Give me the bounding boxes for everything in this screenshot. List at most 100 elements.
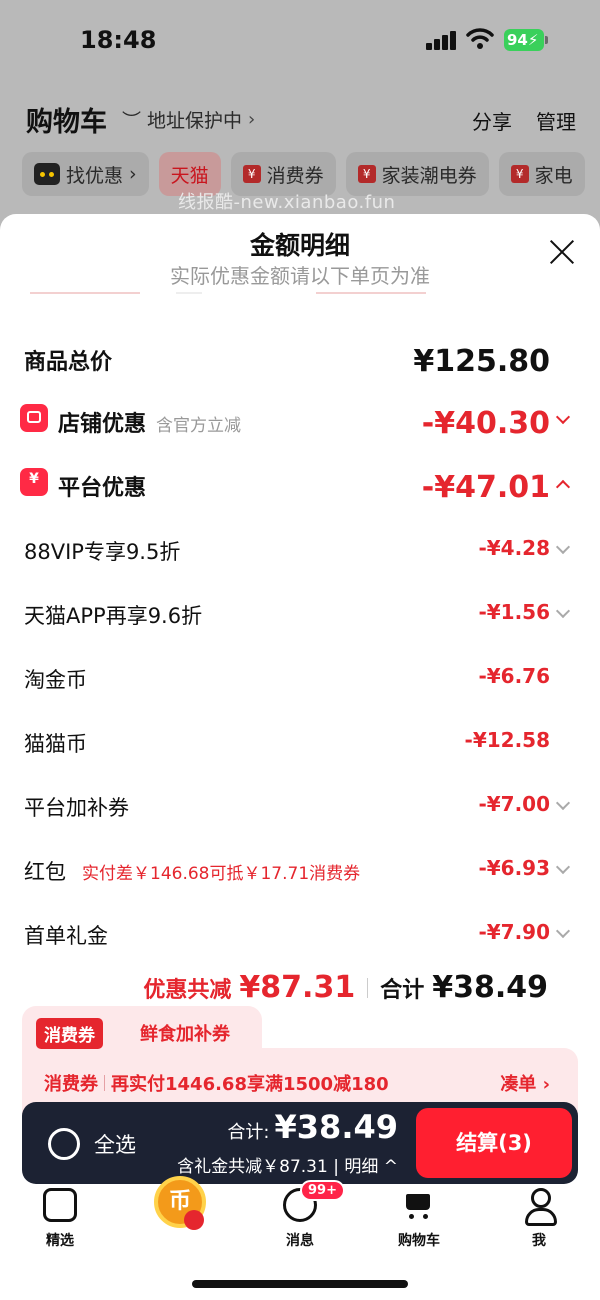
divider: [367, 977, 369, 998]
checkout-button[interactable]: 结算(3): [416, 1108, 572, 1178]
row-amount: -¥6.76: [478, 664, 550, 688]
checkout-total-value: ¥38.49: [274, 1108, 398, 1146]
manage-button[interactable]: 管理: [536, 106, 576, 135]
checkout-total: 合计: ¥38.49: [227, 1108, 398, 1146]
saved-label: 优惠共减: [143, 978, 232, 1003]
row-amount: -¥47.01: [421, 470, 550, 505]
chip-appliance[interactable]: ¥ 家电: [498, 152, 585, 196]
row-total-price: 商品总价 ¥125.80: [0, 338, 600, 379]
tab-bar: 精选 币 消息 99+ 购物车 我: [0, 1176, 600, 1256]
chip-label: 天猫: [170, 164, 209, 187]
sheet-title: 金额明细: [249, 231, 350, 260]
row-amount: ¥125.80: [413, 344, 550, 379]
battery-level: 94: [507, 31, 528, 49]
coupon-badge: 消费券: [36, 1018, 103, 1049]
amount-detail-sheet: 金额明细 实际优惠金额请以下单页为准 商品总价 ¥125.80 店铺优惠 含官方立…: [0, 214, 600, 1300]
share-button[interactable]: 分享: [472, 106, 512, 135]
row-first-order[interactable]: 首单礼金 -¥7.90: [0, 914, 600, 954]
chevron-down-icon[interactable]: [555, 539, 571, 555]
row-red-packet[interactable]: 红包 实付差￥146.68可抵￥17.71消费券 -¥6.93: [0, 850, 600, 890]
row-note: 实付差￥146.68可抵￥17.71消费券: [82, 864, 361, 884]
checkout-bar: 全选 合计: ¥38.49 含礼金共减￥87.31 | 明细 ^ 结算(3): [22, 1102, 578, 1184]
chevron-right-icon: ›: [248, 109, 256, 130]
row-label: 首单礼金: [24, 924, 108, 948]
chevron-down-icon[interactable]: [555, 923, 571, 939]
coupon-icon: ¥: [357, 165, 376, 183]
coupon-name: 鲜食加补券: [140, 1024, 230, 1045]
row-platform-coupon[interactable]: 平台加补券 -¥7.00: [0, 786, 600, 826]
store-icon: [20, 404, 48, 432]
row-amount: -¥40.30: [421, 406, 550, 441]
select-all-radio[interactable]: [48, 1128, 80, 1160]
home-indicator: [192, 1280, 408, 1288]
select-all-label[interactable]: 全选: [94, 1129, 136, 1159]
chip-label: 家装潮电券: [381, 164, 477, 187]
coin-badge: [184, 1210, 204, 1230]
tab-label: 购物车: [398, 1233, 440, 1249]
chevron-down-icon[interactable]: [555, 409, 571, 425]
cellular-signal-icon: [426, 30, 458, 50]
coupon-progress-text: 消费券 再实付1446.68享满1500减180: [44, 1070, 389, 1096]
divider: [176, 292, 202, 294]
row-amount: -¥7.00: [478, 792, 550, 816]
row-app-discount[interactable]: 天猫APP再享9.6折 -¥1.56: [0, 594, 600, 634]
tmall-cat-icon: [34, 163, 60, 185]
chip-label: 消费券: [266, 164, 324, 187]
tab-me[interactable]: 我: [494, 1186, 584, 1250]
page-title: 购物车: [26, 107, 107, 138]
close-icon[interactable]: [546, 236, 578, 268]
address-status: 地址保护中: [147, 110, 243, 132]
row-amount: -¥1.56: [478, 600, 550, 624]
chip-find-deals[interactable]: 找优惠 ›: [22, 152, 149, 196]
coupon-icon: ¥: [510, 165, 529, 183]
total-label: 合计: [380, 978, 425, 1003]
watermark: 线报酷-new.xianbao.fun: [178, 192, 396, 213]
chevron-down-icon[interactable]: [555, 859, 571, 875]
chevron-down-icon[interactable]: [555, 603, 571, 619]
tab-cart[interactable]: 购物车: [374, 1186, 464, 1250]
row-label: 淘金币: [24, 668, 87, 692]
address-protection[interactable]: ︶ 地址保护中 ›: [122, 106, 255, 133]
divider: [316, 292, 426, 294]
coupon-card[interactable]: 消费券 鲜食加补券 消费券 再实付1446.68享满1500减180 凑单 ›: [22, 1006, 578, 1118]
battery-tip: [545, 36, 548, 44]
chip-label: 找优惠: [66, 164, 124, 187]
tab-label: 消息: [286, 1233, 314, 1249]
divider: [30, 292, 140, 294]
chevron-up-icon[interactable]: [555, 479, 571, 495]
battery-icon: 94⚡: [504, 29, 544, 51]
row-store-discount[interactable]: 店铺优惠 含官方立减 -¥40.30: [0, 400, 600, 441]
row-label: 猫猫币: [24, 732, 87, 756]
wifi-icon: [466, 28, 494, 49]
tab-label: 我: [532, 1233, 546, 1249]
row-label: 平台加补券: [24, 796, 129, 820]
background-page: 18:48 94⚡ 购物车 ︶ 地址保护中 › 分享 管理 找优惠 › 天猫 ¥…: [0, 0, 600, 230]
coupon-icon: ¥: [20, 468, 48, 496]
row-maomaobi: 猫猫币 -¥12.58: [0, 722, 600, 762]
row-amount: -¥6.93: [478, 856, 550, 880]
message-badge: 99+: [300, 1180, 345, 1201]
row-label: 商品总价: [24, 350, 113, 375]
row-label: 红包 实付差￥146.68可抵￥17.71消费券: [24, 856, 360, 886]
tab-home[interactable]: 精选: [15, 1186, 105, 1250]
row-label: 平台优惠: [58, 476, 147, 501]
checkout-detail-toggle[interactable]: 含礼金共减￥87.31 | 明细 ^: [177, 1152, 398, 1177]
status-time: 18:48: [80, 26, 157, 54]
row-amount: -¥4.28: [478, 536, 550, 560]
row-amount: -¥7.90: [478, 920, 550, 944]
row-label-text: 店铺优惠: [58, 412, 147, 437]
checkout-total-label: 合计:: [227, 1122, 270, 1143]
chevron-down-icon[interactable]: [555, 795, 571, 811]
add-items-link[interactable]: 凑单 ›: [500, 1070, 550, 1096]
coupon-line-badge: 消费券: [44, 1074, 98, 1095]
sheet-subtitle: 实际优惠金额请以下单页为准: [170, 264, 430, 288]
row-88vip[interactable]: 88VIP专享9.5折 -¥4.28: [0, 530, 600, 570]
saved-value: ¥87.31: [239, 970, 356, 1005]
row-platform-discount[interactable]: ¥ 平台优惠 -¥47.01: [0, 464, 600, 505]
row-label-text: 红包: [24, 860, 66, 884]
row-label: 天猫APP再享9.6折: [24, 604, 203, 628]
user-icon: [522, 1188, 557, 1226]
status-bar: 18:48 94⚡: [0, 0, 600, 80]
divider: [104, 1075, 105, 1091]
row-amount: -¥12.58: [464, 728, 550, 752]
